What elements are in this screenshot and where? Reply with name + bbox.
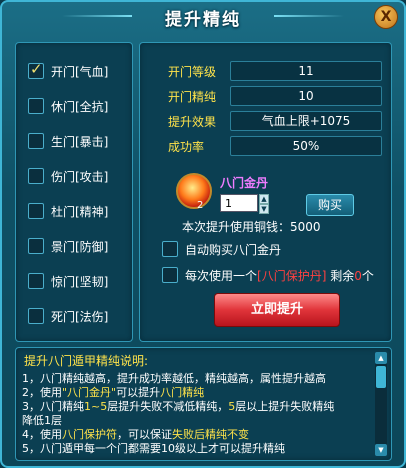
protect-checkbox[interactable] — [162, 267, 178, 283]
gate-label: 伤门[攻击] — [51, 170, 109, 184]
quantity-input[interactable]: 1 — [220, 194, 258, 212]
item-count: 2 — [197, 200, 204, 211]
gate-checkbox[interactable] — [28, 308, 44, 324]
gate-checkbox[interactable] — [28, 238, 44, 254]
refine-now-button[interactable]: 立即提升 — [214, 293, 340, 327]
checkmark-icon: ✓ — [30, 60, 43, 78]
gate-label: 生门[暴击] — [51, 135, 109, 149]
refine-info-panel: 开门等级 11 开门精纯 10 提升效果 气血上限+1075 成功率 50% 2… — [139, 42, 392, 342]
gate-checkbox[interactable] — [28, 168, 44, 184]
gate-label: 惊门[坚韧] — [51, 275, 109, 289]
stat-label: 开门精纯 — [168, 90, 217, 104]
gate-list-panel: ✓ 开门[气血] 休门[全抗] 生门[暴击] 伤门[攻击] 杜门[精神] 景门[防御] 惊门[… — [15, 42, 133, 342]
scrollbar[interactable]: ▲ ▼ — [375, 352, 387, 456]
window-title: 提升精纯 — [165, 10, 241, 30]
auto-buy-label: 自动购买八门金丹 — [185, 243, 282, 257]
description-line: 3，八门精纯1~5层提升失败不减低精纯，5层以上提升失败精纯 — [22, 400, 335, 413]
stepper-down-icon[interactable]: ▼ — [259, 204, 269, 214]
protect-label: 每次使用一个[八门保护丹] 剩余0个 — [185, 269, 374, 283]
stat-value: 10 — [230, 86, 382, 106]
close-button[interactable]: X — [374, 5, 398, 29]
gate-checkbox[interactable] — [28, 273, 44, 289]
title-bar[interactable]: 提升精纯 X — [2, 2, 404, 32]
gate-label: 杜门[精神] — [51, 205, 109, 219]
gate-label: 景门[防御] — [51, 240, 109, 254]
gate-checkbox[interactable] — [28, 133, 44, 149]
item-name: 八门金丹 — [220, 176, 269, 190]
gate-label: 死门[法伤] — [51, 310, 109, 324]
description-panel: 提升八门遁甲精纯说明: 1，八门精纯越高，提升成功率越低，精纯越高，属性提升越高… — [15, 347, 392, 461]
stepper-up-icon[interactable]: ▲ — [259, 194, 269, 204]
stat-label: 成功率 — [168, 140, 205, 154]
gate-label: 开门[气血] — [51, 65, 109, 79]
buy-button[interactable]: 购买 — [306, 194, 354, 216]
gate-checkbox[interactable]: ✓ — [28, 60, 44, 79]
stat-value: 50% — [230, 136, 382, 156]
golden-pill-item-icon[interactable] — [176, 173, 212, 209]
stat-value: 气血上限+1075 — [230, 111, 382, 131]
auto-buy-checkbox[interactable] — [162, 241, 178, 257]
stat-label: 开门等级 — [168, 65, 217, 79]
gate-label: 休门[全抗] — [51, 100, 109, 114]
scroll-down-icon[interactable]: ▼ — [375, 444, 387, 456]
description-line: 5，八门遁甲每一个门都需要10级以上才可以提升精纯 — [22, 442, 285, 455]
refine-purity-window: 提升精纯 X ✓ 开门[气血] 休门[全抗] 生门[暴击] 伤门[攻击] 杜门[精神] 景门… — [0, 0, 406, 468]
description-title: 提升八门遁甲精纯说明: — [24, 354, 149, 368]
gate-checkbox[interactable] — [28, 98, 44, 114]
stat-value: 11 — [230, 61, 382, 81]
stat-label: 提升效果 — [168, 115, 217, 129]
title-ornament-right — [274, 15, 344, 17]
quantity-stepper[interactable]: ▲ ▼ — [259, 194, 269, 214]
scroll-up-icon[interactable]: ▲ — [375, 352, 387, 364]
scroll-thumb[interactable] — [376, 366, 386, 388]
gate-checkbox[interactable] — [28, 203, 44, 219]
cost-text: 本次提升使用铜钱：5000 — [182, 220, 321, 234]
